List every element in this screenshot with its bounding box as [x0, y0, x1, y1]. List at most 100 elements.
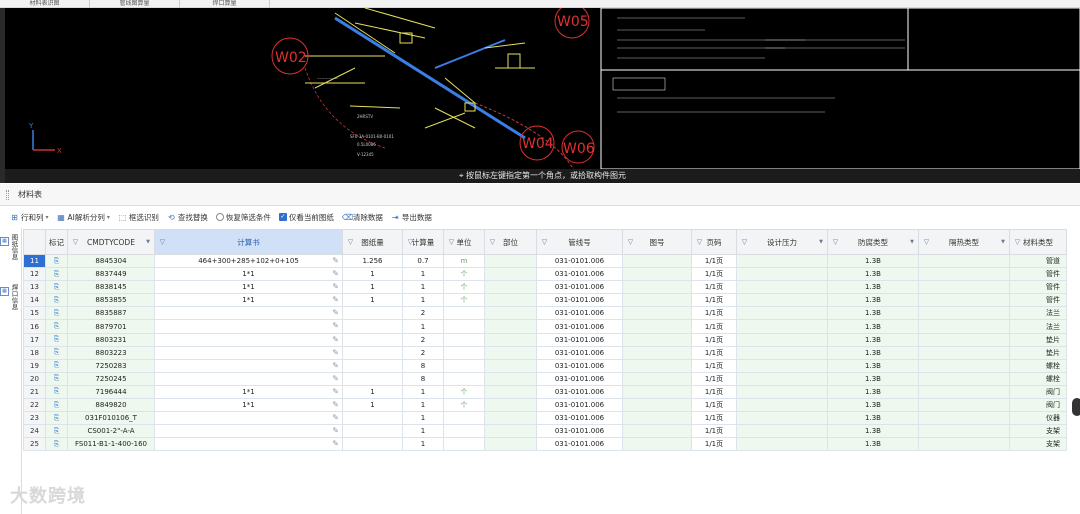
- page-cell[interactable]: 1/1页: [691, 345, 737, 360]
- table-row[interactable]: 12 ⎘ 8837449 1*1 ✎ 1 1 个 031-0101.006 1/1页 1.3B 管件: [23, 267, 1067, 282]
- table-row[interactable]: 13 ⎘ 8838145 1*1 ✎ 1 1 个 031-0101.006 1/1页 1.3B 管件: [23, 280, 1067, 295]
- unit-cell[interactable]: 个: [443, 293, 485, 308]
- material-type-cell[interactable]: 螺栓: [1009, 371, 1067, 386]
- insulation-cell[interactable]: [918, 280, 1010, 295]
- drawing-qty-cell[interactable]: [342, 424, 403, 439]
- chevron-down-icon[interactable]: ▼: [146, 239, 150, 245]
- drag-handle-icon[interactable]: [6, 190, 9, 200]
- drawing-no-cell[interactable]: [622, 358, 692, 373]
- page-cell[interactable]: 1/1页: [691, 371, 737, 386]
- drawing-no-cell[interactable]: [622, 437, 692, 452]
- drawing-qty-cell[interactable]: [342, 437, 403, 452]
- cmdtycode-cell[interactable]: 7250245: [67, 371, 155, 386]
- filter-icon[interactable]: ▽: [922, 238, 931, 246]
- cmdtycode-cell[interactable]: 8845304: [67, 253, 155, 269]
- drawing-qty-cell[interactable]: [342, 319, 403, 334]
- table-row[interactable]: 11 ⎘ 8845304 464+300+285+102+0+105 ✎ 1.256 0.7…: [23, 253, 1067, 269]
- material-type-cell[interactable]: 支架: [1009, 424, 1067, 439]
- design-pressure-cell[interactable]: [736, 267, 828, 282]
- calc-qty-cell[interactable]: 8: [402, 358, 444, 373]
- line-no-cell[interactable]: 031-0101.006: [536, 319, 623, 334]
- rows-cols-button[interactable]: ⊞ 行和列 ▾: [8, 212, 51, 223]
- page-cell[interactable]: 1/1页: [691, 319, 737, 334]
- mark-icon[interactable]: ⎘: [45, 293, 68, 308]
- material-type-cell[interactable]: 螺栓: [1009, 358, 1067, 373]
- filter-icon[interactable]: ▽: [447, 238, 456, 246]
- unit-cell[interactable]: [443, 371, 485, 386]
- design-pressure-cell[interactable]: [736, 398, 828, 413]
- calc-book-cell[interactable]: ✎: [154, 371, 343, 386]
- material-type-cell[interactable]: 垫片: [1009, 345, 1067, 360]
- mark-icon[interactable]: ⎘: [45, 358, 68, 373]
- edit-pencil-icon[interactable]: ✎: [332, 348, 339, 357]
- calc-qty-cell[interactable]: 1: [402, 293, 444, 308]
- drawing-no-cell[interactable]: [622, 424, 692, 439]
- unit-cell[interactable]: 个: [443, 267, 485, 282]
- table-row[interactable]: 22 ⎘ 8849820 1*1 ✎ 1 1 个 031-0101.006 1/1页 1.3B 阀门: [23, 398, 1067, 413]
- cmdtycode-cell[interactable]: 7250283: [67, 358, 155, 373]
- filter-icon[interactable]: ▽: [695, 238, 704, 246]
- only-current-checkbox[interactable]: ✓: [278, 213, 287, 221]
- anticorrosion-cell[interactable]: 1.3B: [827, 267, 919, 282]
- cmdtycode-cell[interactable]: 8803223: [67, 345, 155, 360]
- table-row[interactable]: 19 ⎘ 7250283 ✎ 8 031-0101.006 1/1页 1.3B 螺栓: [23, 358, 1067, 373]
- drawing-no-cell[interactable]: [622, 280, 692, 295]
- ai-split-button[interactable]: ▦ AI解析分列 ▾: [55, 212, 112, 223]
- filter-icon[interactable]: ▽: [406, 238, 415, 246]
- line-no-cell[interactable]: 031-0101.006: [536, 398, 623, 413]
- part-cell[interactable]: [484, 424, 537, 439]
- drawing-qty-cell[interactable]: 1: [342, 398, 403, 413]
- unit-cell[interactable]: m: [443, 253, 485, 269]
- edit-pencil-icon[interactable]: ✎: [332, 335, 339, 344]
- part-cell[interactable]: [484, 345, 537, 360]
- calc-book-cell[interactable]: ✎: [154, 411, 343, 426]
- edit-pencil-icon[interactable]: ✎: [332, 361, 339, 370]
- part-cell[interactable]: [484, 398, 537, 413]
- calc-book-cell[interactable]: ✎: [154, 358, 343, 373]
- edit-pencil-icon[interactable]: ✎: [332, 308, 339, 317]
- line-no-cell[interactable]: 031-0101.006: [536, 332, 623, 347]
- insulation-cell[interactable]: [918, 437, 1010, 452]
- anticorrosion-cell[interactable]: 1.3B: [827, 411, 919, 426]
- table-row[interactable]: 21 ⎘ 7196444 1*1 ✎ 1 1 个 031-0101.006 1/1页 1.3B 阀门: [23, 384, 1067, 400]
- edit-pencil-icon[interactable]: ✎: [332, 374, 339, 383]
- only-current-toggle[interactable]: ✓ 仅看当前图纸: [277, 212, 336, 223]
- cmdtycode-cell[interactable]: 8835887: [67, 306, 155, 321]
- mark-icon[interactable]: ⎘: [45, 424, 68, 439]
- table-row[interactable]: 23 ⎘ 031F010106_T ✎ 1 031-0101.006 1/1页 1.3B 仪器: [23, 411, 1067, 426]
- design-pressure-cell[interactable]: [736, 332, 828, 347]
- calc-book-cell[interactable]: ✎: [154, 306, 343, 321]
- calc-qty-cell[interactable]: 0.7: [402, 253, 444, 269]
- table-row[interactable]: 18 ⎘ 8803223 ✎ 2 031-0101.006 1/1页 1.3B 垫片: [23, 345, 1067, 360]
- filter-icon[interactable]: ▽: [71, 238, 80, 246]
- col-header-cmdtycode[interactable]: ▽ CMDTYCODE ▼: [67, 229, 155, 255]
- drawing-no-cell[interactable]: [622, 319, 692, 334]
- anticorrosion-cell[interactable]: 1.3B: [827, 280, 919, 295]
- edit-pencil-icon[interactable]: ✎: [332, 269, 339, 278]
- design-pressure-cell[interactable]: [736, 306, 828, 321]
- part-cell[interactable]: [484, 371, 537, 386]
- tab-weld-quantity[interactable]: 焊口算量: [180, 0, 270, 8]
- material-type-cell[interactable]: 管件: [1009, 293, 1067, 308]
- mark-icon[interactable]: ⎘: [45, 411, 68, 426]
- drawing-no-cell[interactable]: [622, 306, 692, 321]
- insulation-cell[interactable]: [918, 332, 1010, 347]
- drawing-qty-cell[interactable]: 1.256: [342, 253, 403, 269]
- anticorrosion-cell[interactable]: 1.3B: [827, 384, 919, 400]
- col-header-unit[interactable]: ▽ 单位: [443, 229, 485, 255]
- calc-qty-cell[interactable]: 1: [402, 267, 444, 282]
- unit-cell[interactable]: [443, 358, 485, 373]
- part-cell[interactable]: [484, 293, 537, 308]
- line-no-cell[interactable]: 031-0101.006: [536, 424, 623, 439]
- material-type-cell[interactable]: 管件: [1009, 267, 1067, 282]
- design-pressure-cell[interactable]: [736, 293, 828, 308]
- filter-icon[interactable]: ▽: [346, 238, 355, 246]
- drawing-no-cell[interactable]: [622, 345, 692, 360]
- page-cell[interactable]: 1/1页: [691, 267, 737, 282]
- col-header-design-pressure[interactable]: ▽ 设计压力 ▼: [736, 229, 828, 255]
- calc-qty-cell[interactable]: 8: [402, 371, 444, 386]
- tab-pipeline-quantity[interactable]: 管线图算量: [90, 0, 180, 8]
- edit-pencil-icon[interactable]: ✎: [332, 426, 339, 435]
- table-row[interactable]: 15 ⎘ 8835887 ✎ 2 031-0101.006 1/1页 1.3B 法兰: [23, 306, 1067, 321]
- anticorrosion-cell[interactable]: 1.3B: [827, 371, 919, 386]
